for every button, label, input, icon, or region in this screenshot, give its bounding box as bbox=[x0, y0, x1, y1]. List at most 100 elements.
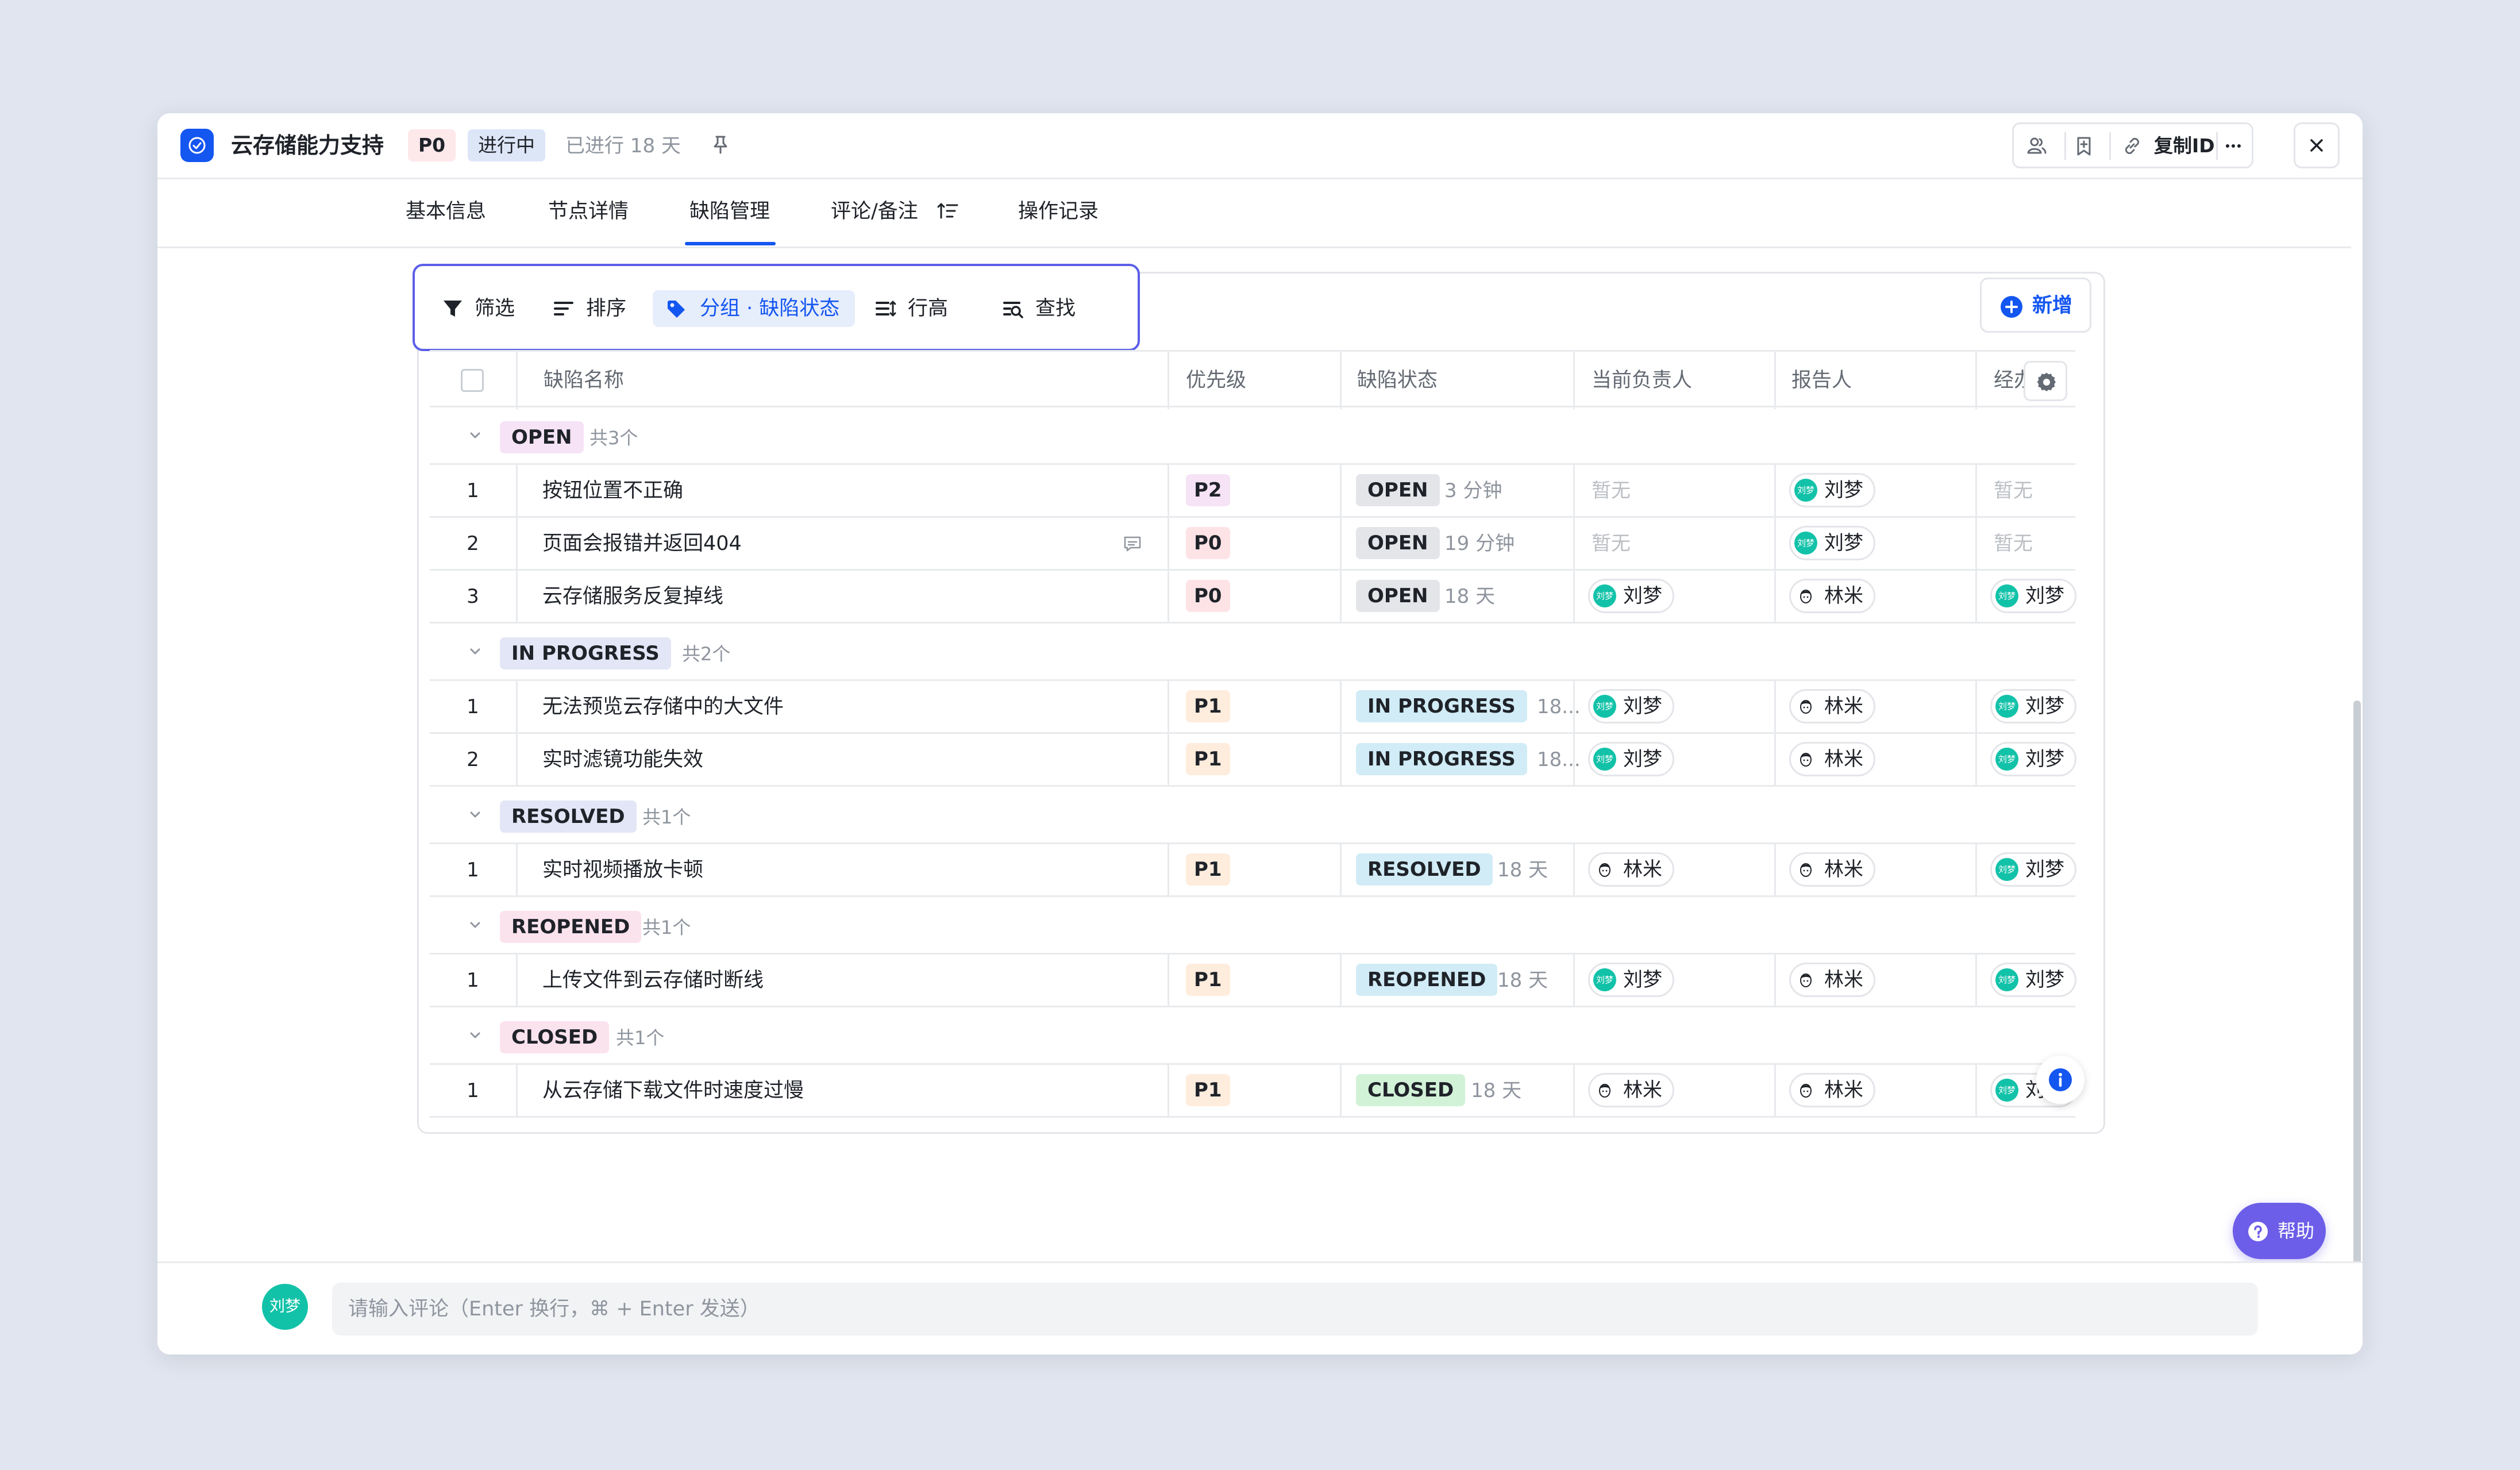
priority-tag[interactable]: P0 bbox=[1186, 580, 1230, 612]
tab-basic-info[interactable]: 基本信息 bbox=[406, 197, 486, 226]
close-button[interactable] bbox=[2294, 122, 2340, 168]
link-icon[interactable] bbox=[2120, 133, 2145, 159]
person-chip[interactable]: 林米 bbox=[1789, 852, 1875, 887]
bug-name[interactable]: 实时滤镜功能失效 bbox=[542, 746, 703, 773]
bug-name[interactable]: 按钮位置不正确 bbox=[542, 478, 683, 504]
divider bbox=[1340, 518, 1342, 571]
person-chip[interactable]: 林米 bbox=[1789, 1073, 1875, 1107]
chevron-down-icon[interactable] bbox=[467, 427, 484, 447]
row-index: 1 bbox=[467, 969, 479, 992]
chevron-down-icon[interactable] bbox=[467, 643, 484, 663]
bug-name[interactable]: 上传文件到云存储时断线 bbox=[542, 967, 764, 994]
chevron-down-icon[interactable] bbox=[467, 806, 484, 826]
tab-bug-management[interactable]: 缺陷管理 bbox=[689, 197, 770, 226]
person-chip[interactable]: 林米 bbox=[1588, 852, 1674, 887]
divider bbox=[2216, 132, 2218, 160]
column-header-owner[interactable]: 当前负责人 bbox=[1592, 367, 1692, 394]
info-button[interactable] bbox=[2036, 1056, 2084, 1104]
priority-tag[interactable]: P1 bbox=[1186, 690, 1230, 722]
person-chip[interactable]: 刘梦刘梦 bbox=[1990, 742, 2076, 776]
table-settings-button[interactable] bbox=[2024, 361, 2067, 401]
divider bbox=[516, 571, 518, 624]
more-icon[interactable] bbox=[2221, 133, 2246, 159]
person-chip[interactable]: 刘梦刘梦 bbox=[1588, 963, 1674, 997]
person-chip[interactable]: 刘梦刘梦 bbox=[1990, 689, 2076, 724]
table-row[interactable]: 2 页面会报错并返回404 P0 OPEN 19 分钟 暂无 刘梦 刘梦 暂无 bbox=[430, 518, 2075, 571]
state-tag[interactable]: IN PROGRESS bbox=[1356, 690, 1527, 722]
comment-icon[interactable] bbox=[1122, 533, 1143, 557]
bug-name[interactable]: 云存储服务反复掉线 bbox=[542, 583, 723, 610]
sort-button[interactable]: 排序 bbox=[553, 290, 639, 327]
priority-tag[interactable]: P0 bbox=[1186, 527, 1230, 559]
comment-input[interactable] bbox=[332, 1283, 2258, 1336]
tab-activity-log[interactable]: 操作记录 bbox=[1018, 197, 1099, 226]
person-chip[interactable]: 刘梦刘梦 bbox=[1588, 742, 1674, 776]
bookmark-icon[interactable] bbox=[2071, 133, 2097, 159]
avatar: 刘梦 bbox=[1995, 858, 2018, 881]
state-tag[interactable]: OPEN bbox=[1356, 527, 1440, 559]
row-index: 1 bbox=[467, 859, 479, 882]
row-height-button[interactable]: 行高 bbox=[874, 290, 966, 327]
column-header-state[interactable]: 缺陷状态 bbox=[1357, 367, 1438, 394]
priority-tag[interactable]: P1 bbox=[1186, 743, 1230, 775]
table-row[interactable]: 2 实时滤镜功能失效 P1 IN PROGRESS 18... 刘梦 刘梦 林米 刘梦 刘梦 bbox=[430, 734, 2076, 787]
state-tag[interactable]: OPEN bbox=[1356, 474, 1440, 506]
pin-icon[interactable] bbox=[708, 132, 733, 157]
person-chip[interactable]: 林米 bbox=[1789, 963, 1875, 997]
priority-tag[interactable]: P1 bbox=[1186, 1074, 1230, 1106]
bug-name[interactable]: 无法预览云存储中的大文件 bbox=[542, 694, 784, 720]
help-button[interactable]: 帮助 bbox=[2233, 1203, 2326, 1259]
table-row[interactable]: 1 实时视频播放卡顿 P1 RESOLVED 18 天 林米 林米 刘梦 刘梦 bbox=[430, 844, 2076, 897]
tab-comments[interactable]: 评论/备注 bbox=[831, 197, 918, 226]
person-chip[interactable]: 林米 bbox=[1789, 689, 1875, 724]
person-chip[interactable]: 刘梦刘梦 bbox=[1789, 526, 1875, 560]
row-index: 2 bbox=[467, 748, 479, 771]
person-chip[interactable]: 刘梦刘梦 bbox=[1990, 579, 2076, 613]
state-tag[interactable]: CLOSED bbox=[1356, 1074, 1466, 1106]
table-row[interactable]: 1从云存储下载文件时速度过慢P1CLOSED18 天林米林米刘梦刘梦 bbox=[430, 1065, 2076, 1118]
person-chip[interactable]: 刘梦刘梦 bbox=[1990, 963, 2076, 997]
bug-name[interactable]: 实时视频播放卡顿 bbox=[542, 857, 703, 883]
scrollbar[interactable] bbox=[2351, 178, 2363, 1288]
state-tag[interactable]: RESOLVED bbox=[1356, 853, 1493, 886]
person-chip[interactable]: 林米 bbox=[1789, 742, 1875, 776]
column-header-name[interactable]: 缺陷名称 bbox=[544, 367, 624, 394]
table-row[interactable]: 1 按钮位置不正确 P2 OPEN 3 分钟 暂无 刘梦 刘梦 暂无 bbox=[430, 465, 2075, 518]
sort-icon[interactable] bbox=[935, 198, 961, 224]
state-tag[interactable]: OPEN bbox=[1356, 580, 1440, 612]
scrollbar-thumb[interactable] bbox=[2353, 701, 2361, 1287]
priority-tag[interactable]: P1 bbox=[1186, 964, 1230, 996]
person-chip[interactable]: 刘梦刘梦 bbox=[1990, 852, 2076, 887]
priority-tag[interactable]: P1 bbox=[1186, 853, 1230, 886]
chevron-down-icon[interactable] bbox=[467, 917, 484, 936]
bug-name[interactable]: 从云存储下载文件时速度过慢 bbox=[542, 1078, 804, 1104]
modal-header: 云存储能力支持 P0 进行中 已进行 18 天 复制ID bbox=[157, 113, 2363, 179]
find-button[interactable]: 查找 bbox=[1002, 290, 1088, 327]
members-icon[interactable] bbox=[2024, 133, 2049, 159]
column-header-reporter[interactable]: 报告人 bbox=[1791, 367, 1852, 394]
person-chip[interactable]: 刘梦刘梦 bbox=[1588, 689, 1674, 724]
priority-tag[interactable]: P2 bbox=[1186, 474, 1230, 506]
row-height-icon bbox=[876, 301, 896, 317]
table-row[interactable]: 3 云存储服务反复掉线 P0 OPEN 18 天刘梦 刘梦 林米 刘梦 刘梦 bbox=[430, 571, 2076, 624]
bug-name[interactable]: 页面会报错并返回404 bbox=[542, 530, 742, 557]
table-row[interactable]: 1 无法预览云存储中的大文件 P1 IN PROGRESS 18... 刘梦 刘梦 林米 刘梦刘… bbox=[430, 681, 2076, 734]
state-tag[interactable]: REOPENED bbox=[1356, 964, 1498, 996]
group-button[interactable]: 分组 · 缺陷状态 bbox=[653, 290, 855, 327]
filter-button[interactable]: 筛选 bbox=[441, 290, 527, 327]
person-chip[interactable]: 林米 bbox=[1588, 1073, 1674, 1107]
tab-node-details[interactable]: 节点详情 bbox=[548, 197, 629, 226]
new-bug-button[interactable]: 新增 bbox=[1980, 278, 2091, 333]
column-header-priority[interactable]: 优先级 bbox=[1186, 367, 1246, 394]
person-name: 林米 bbox=[1824, 748, 1863, 771]
select-all-checkbox[interactable] bbox=[461, 369, 484, 392]
chevron-down-icon[interactable] bbox=[467, 1027, 484, 1046]
person-name: 刘梦 bbox=[1623, 695, 1662, 718]
person-chip[interactable]: 林米 bbox=[1789, 579, 1875, 613]
state-tag[interactable]: IN PROGRESS bbox=[1356, 743, 1527, 775]
copy-id-button[interactable]: 复制ID bbox=[2154, 132, 2215, 160]
table-row[interactable]: 1 上传文件到云存储时断线 P1 REOPENED 18 天刘梦 刘梦 林米 刘梦 刘梦 bbox=[430, 955, 2076, 1007]
person-chip[interactable]: 刘梦刘梦 bbox=[1789, 473, 1875, 507]
status-badge[interactable]: 进行中 bbox=[468, 129, 545, 161]
person-chip[interactable]: 刘梦刘梦 bbox=[1588, 579, 1674, 613]
